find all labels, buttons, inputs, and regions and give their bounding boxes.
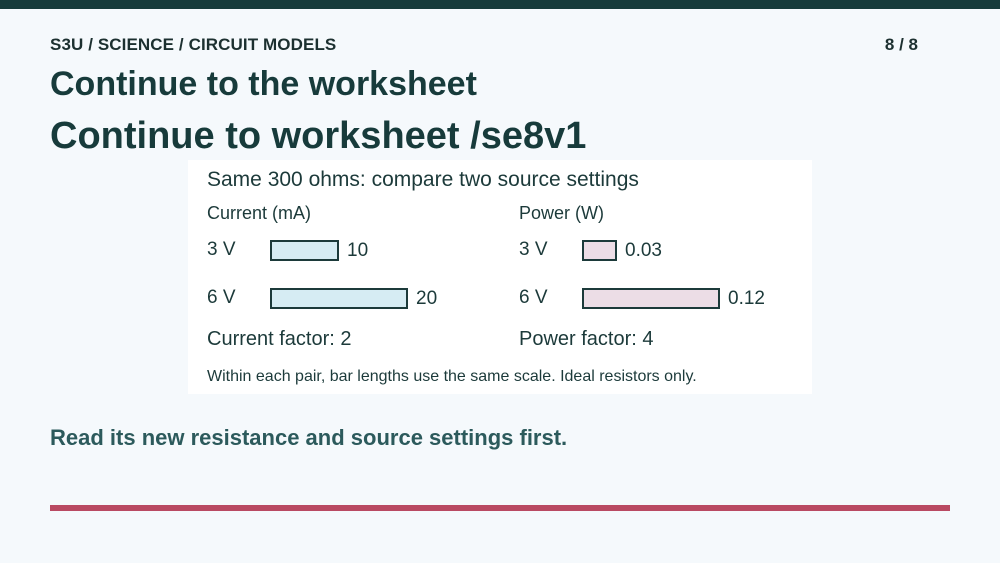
current-value-3v: 10 <box>347 240 369 261</box>
current-bar-3v <box>270 240 339 261</box>
power-value-3v: 0.03 <box>625 240 662 261</box>
power-row-label-3v: 3 V <box>519 239 548 260</box>
power-value-6v: 0.12 <box>728 288 765 309</box>
current-row-label-6v: 6 V <box>207 287 236 308</box>
power-panel-label: Power (W) <box>519 203 604 223</box>
current-value-6v: 20 <box>416 288 438 309</box>
current-bar-6v <box>270 288 408 309</box>
power-row-label-6v: 6 V <box>519 287 548 308</box>
breadcrumb: S3U / SCIENCE / CIRCUIT MODELS <box>50 35 337 54</box>
chart-card: Same 300 ohms: compare two source settin… <box>188 160 812 394</box>
current-panel-label: Current (mA) <box>207 203 312 223</box>
current-factor: Current factor: 2 <box>207 328 352 350</box>
power-bar-3v <box>582 240 617 261</box>
current-panel: Current (mA) 3 V 10 6 V 20 Current facto… <box>207 160 507 394</box>
bottom-accent-rule <box>50 505 950 511</box>
instruction-text: Read its new resistance and source setti… <box>50 425 568 450</box>
page-counter: 8 / 8 <box>884 35 918 54</box>
power-factor: Power factor: 4 <box>519 328 654 350</box>
worksheet-heading: Continue to worksheet /se8v1 <box>50 115 587 157</box>
page-title: Continue to the worksheet <box>50 65 477 103</box>
top-accent-bar <box>0 0 1000 9</box>
current-row-label-3v: 3 V <box>207 239 236 260</box>
power-panel: Power (W) 3 V 0.03 6 V 0.12 Power factor… <box>519 160 819 394</box>
chart-note: Within each pair, bar lengths use the sa… <box>207 368 697 385</box>
power-bar-6v <box>582 288 720 309</box>
